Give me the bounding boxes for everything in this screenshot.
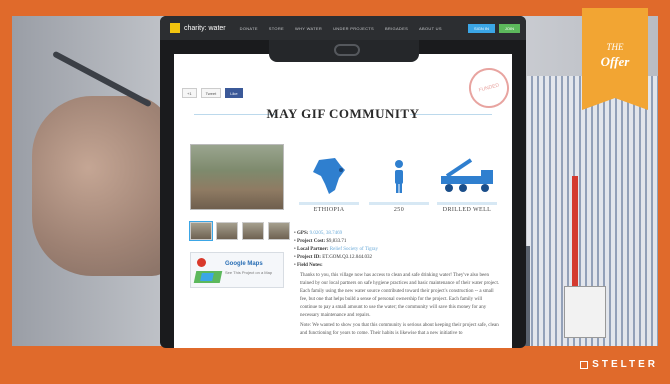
map-pin-icon — [197, 258, 206, 267]
badge-line2: Offer — [600, 54, 630, 69]
slide: charity: water DONATE STORE WHY WATER UN… — [0, 0, 670, 384]
brand-name: STELTER — [592, 359, 658, 370]
stat-people: 250 — [364, 156, 434, 213]
stat-type-value: DRILLED WELL — [442, 207, 492, 213]
detail-row: • Project Cost: $9,833.71 — [294, 239, 347, 244]
sign-in-button[interactable]: SIGN IN — [467, 23, 495, 33]
detail-label: Local Partner: — [297, 247, 329, 252]
map-africa-icon — [294, 156, 364, 196]
field-notes-note: Note: We wanted to show you that this co… — [300, 323, 499, 336]
detail-row: • Local Partner: Relief Society of Tigra… — [294, 247, 378, 252]
join-button[interactable]: JOIN — [498, 23, 520, 33]
detail-row: • Field Notes: — [294, 263, 323, 268]
jerrycan-logo-icon[interactable] — [170, 23, 180, 33]
thumbnail[interactable] — [189, 221, 213, 241]
stat-underline — [437, 202, 497, 205]
like-button[interactable]: Like — [225, 88, 243, 98]
detail-value: $9,833.71 — [326, 239, 347, 244]
project-details: • GPS: 9.0205, 38.7469 • Project Cost: $… — [294, 230, 500, 338]
clip-hole — [334, 44, 360, 56]
stat-project-type: DRILLED WELL — [432, 156, 502, 213]
person-icon — [364, 156, 434, 196]
thumbnail[interactable] — [216, 222, 238, 240]
nav-brigades[interactable]: BRIGADES — [385, 26, 408, 31]
map-icon — [193, 271, 223, 283]
share-bar: +1 Tweet Like — [182, 88, 243, 98]
detail-value: ET.GOM.Q3.12.044.032 — [322, 255, 372, 260]
id-card-image — [564, 286, 606, 338]
stat-underline — [369, 202, 429, 205]
site-navbar: charity: water DONATE STORE WHY WATER UN… — [160, 16, 526, 40]
stat-underline — [299, 202, 359, 205]
nav-donate[interactable]: DONATE — [240, 26, 258, 31]
detail-label: Project ID: — [297, 255, 321, 260]
hand-image — [32, 96, 172, 276]
google-maps-link[interactable]: Google Maps See This Project on a Map — [190, 252, 284, 288]
plus-one-button[interactable]: +1 — [182, 88, 197, 98]
detail-label: GPS: — [297, 231, 309, 236]
stelter-mark-icon — [580, 360, 589, 369]
stelter-logo: STELTER — [580, 359, 658, 370]
stat-country-value: ETHIOPIA — [313, 207, 345, 213]
project-page: +1 Tweet Like FUNDED MAY GIF COMMUNITY G… — [174, 54, 514, 348]
tweet-button[interactable]: Tweet — [200, 88, 222, 98]
photo-thumbnails — [189, 221, 290, 241]
stat-country: ETHIOPIA — [294, 156, 364, 213]
nav-projects[interactable]: UNDER PROJECTS — [333, 26, 374, 31]
project-photo[interactable] — [190, 144, 284, 210]
detail-label: Project Cost: — [297, 239, 326, 244]
site-logo[interactable]: charity: water — [184, 25, 226, 32]
partner-link[interactable]: Relief Society of Tigray — [330, 247, 378, 252]
gps-link[interactable]: 9.0205, 38.7469 — [310, 231, 343, 236]
field-notes-text: Thanks to you, this village now has acce… — [300, 273, 500, 318]
thumbnail[interactable] — [242, 222, 264, 240]
drilling-rig-icon — [432, 156, 502, 196]
nav-about[interactable]: ABOUT US — [419, 26, 442, 31]
badge-line1: THE — [606, 42, 624, 52]
nav-store[interactable]: STORE — [269, 26, 284, 31]
clipboard-clip — [269, 40, 419, 62]
maps-subtitle[interactable]: See This Project on a Map — [225, 270, 272, 275]
page-title: MAY GIF COMMUNITY — [266, 106, 420, 121]
stat-people-value: 250 — [393, 207, 405, 213]
nav-why-water[interactable]: WHY WATER — [295, 26, 322, 31]
lanyard-image — [572, 176, 578, 296]
maps-title[interactable]: Google Maps — [225, 261, 263, 267]
detail-label: Field Notes: — [297, 263, 323, 268]
offer-badge: THE Offer — [582, 8, 648, 110]
detail-row: • Project ID: ET.GOM.Q3.12.044.032 — [294, 255, 372, 260]
tablet-screen: charity: water DONATE STORE WHY WATER UN… — [160, 16, 526, 348]
detail-row: • GPS: 9.0205, 38.7469 — [294, 231, 343, 236]
thumbnail[interactable] — [268, 222, 290, 240]
